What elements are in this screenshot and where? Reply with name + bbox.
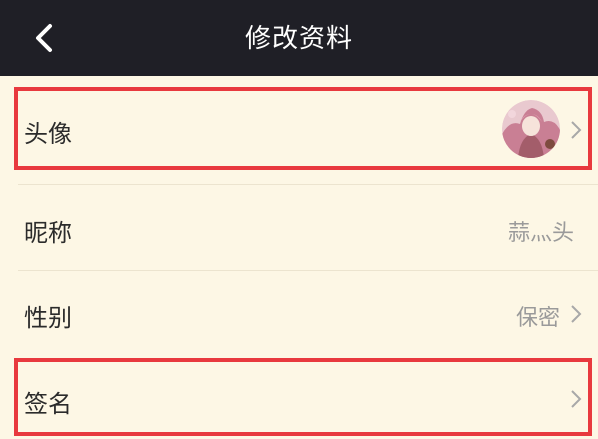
chevron-right-icon (571, 305, 582, 323)
nickname-row-label: 昵称 (24, 219, 72, 247)
divider (18, 184, 598, 185)
gender-row[interactable]: 性别 保密 (0, 272, 598, 354)
nickname-value: 蒜灬头 (507, 221, 574, 246)
signature-row-highlight (14, 358, 592, 436)
top-navigation-bar: 修改资料 (0, 0, 598, 76)
page-title: 修改资料 (244, 24, 353, 54)
gender-value: 保密 (515, 306, 560, 331)
profile-settings-list: 头像 昵称 蒜灬头 性别 保密 签名 (0, 76, 598, 439)
nickname-row[interactable]: 昵称 蒜灬头 (0, 186, 598, 268)
gender-row-label: 性别 (24, 304, 72, 332)
divider (18, 270, 598, 271)
avatar-row-highlight (14, 87, 592, 170)
